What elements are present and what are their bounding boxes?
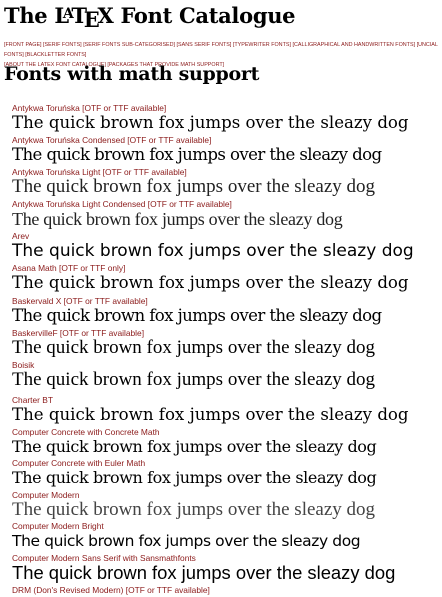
font-entry: Baskervald X [OTF or TTF available] The … xyxy=(12,296,382,326)
font-sample: The quick brown fox jumps over the sleaz… xyxy=(12,176,376,197)
font-sample: The quick brown fox jumps over the sleaz… xyxy=(12,209,343,229)
font-sample: The quick brown fox jumps over the sleaz… xyxy=(12,437,377,456)
nav-link-calligraphical[interactable]: [Calligraphical and Handwritten Fonts] xyxy=(292,42,415,48)
font-entry: Antykwa Toruńska Light [OTF or TTF avail… xyxy=(12,167,375,197)
font-name-link[interactable]: Antykwa Toruńska Light Condensed [OTF or… xyxy=(12,199,342,209)
font-sample: The quick brown fox jumps over the sleaz… xyxy=(12,369,376,390)
font-sample: The quick brown fox jumps over the sleaz… xyxy=(12,405,409,424)
font-entry: Antykwa Toruńska [OTF or TTF available] … xyxy=(12,103,409,133)
font-name-link[interactable]: Asana Math [OTF or TTF only] xyxy=(12,263,409,273)
font-name-link[interactable]: Computer Concrete with Concrete Math xyxy=(12,427,376,437)
font-entry: Charter BT The quick brown fox jumps ove… xyxy=(12,395,409,425)
font-name-link[interactable]: Antykwa Toruńska [OTF or TTF available] xyxy=(12,103,409,113)
font-entry: Arev The quick brown fox jumps over the … xyxy=(12,231,414,261)
font-sample: The quick brown fox jumps over the sleaz… xyxy=(12,468,377,487)
title-part: X Font Catalogue xyxy=(97,3,296,28)
font-entry: Asana Math [OTF or TTF only] The quick b… xyxy=(12,263,409,293)
font-entry: Antykwa Toruńska Condensed [OTF or TTF a… xyxy=(12,135,382,165)
font-sample: The quick brown fox jumps over the sleaz… xyxy=(12,499,376,520)
title-part: E xyxy=(83,7,100,32)
font-sample: The quick brown fox jumps over the sleaz… xyxy=(12,306,382,325)
font-sample: The quick brown fox jumps over the sleaz… xyxy=(12,145,382,164)
font-entry: Computer Modern Bright The quick brown f… xyxy=(12,521,361,551)
nav-link-serif-fonts[interactable]: [Serif Fonts] xyxy=(43,42,82,48)
font-name-link[interactable]: Baskervald X [OTF or TTF available] xyxy=(12,296,382,306)
nav-link-typewriter[interactable]: [Typewriter Fonts] xyxy=(233,42,291,48)
font-sample: The quick brown fox jumps over the sleaz… xyxy=(12,337,376,358)
font-entry: Computer Concrete with Euler Math The qu… xyxy=(12,458,377,488)
font-entry: Antykwa Toruńska Light Condensed [OTF or… xyxy=(12,199,343,229)
font-sample: The quick brown fox jumps over the sleaz… xyxy=(12,113,409,132)
font-entry: Boisik The quick brown fox jumps over th… xyxy=(12,360,375,390)
nav-link-serif-sub[interactable]: [Serif Fonts Sub-categorised] xyxy=(83,42,175,48)
font-name-link[interactable]: Antykwa Toruńska Condensed [OTF or TTF a… xyxy=(12,135,382,145)
title-part: A xyxy=(62,6,74,22)
nav-link-blackletter[interactable]: [Blackletter Fonts] xyxy=(25,52,86,58)
font-name-link[interactable]: DRM (Don's Revised Modern) [OTF or TTF a… xyxy=(12,585,210,595)
nav-row: [Front page] [Serif Fonts] [Serif Fonts … xyxy=(4,40,442,60)
font-sample: The quick brown fox jumps over the sleaz… xyxy=(12,241,414,261)
page-title: The LATEX Font Catalogue xyxy=(4,3,296,32)
font-name-link[interactable]: Computer Modern Bright xyxy=(12,521,360,531)
font-name-link[interactable]: Arev xyxy=(12,231,414,241)
font-entry: Computer Modern The quick brown fox jump… xyxy=(12,490,375,520)
title-part: The L xyxy=(4,3,69,28)
font-name-link[interactable]: Computer Concrete with Euler Math xyxy=(12,458,376,468)
nav-link-sans-serif[interactable]: [Sans Serif Fonts] xyxy=(177,42,232,48)
font-sample: The quick brown fox jumps over the sleaz… xyxy=(12,532,361,550)
section-title: Fonts with math support xyxy=(4,63,260,85)
font-entry: Computer Concrete with Concrete Math The… xyxy=(12,427,377,457)
font-sample: The quick brown fox jumps over the sleaz… xyxy=(12,562,396,583)
font-sample: The quick brown fox jumps over the sleaz… xyxy=(12,273,409,292)
nav-link-front-page[interactable]: [Front page] xyxy=(4,42,42,48)
font-entry: DRM (Don's Revised Modern) [OTF or TTF a… xyxy=(12,585,210,595)
font-entry: BaskervilleF [OTF or TTF available] The … xyxy=(12,328,375,358)
font-name-link[interactable]: Charter BT xyxy=(12,395,409,405)
font-entry: Computer Modern Sans Serif with Sansmath… xyxy=(12,553,395,583)
